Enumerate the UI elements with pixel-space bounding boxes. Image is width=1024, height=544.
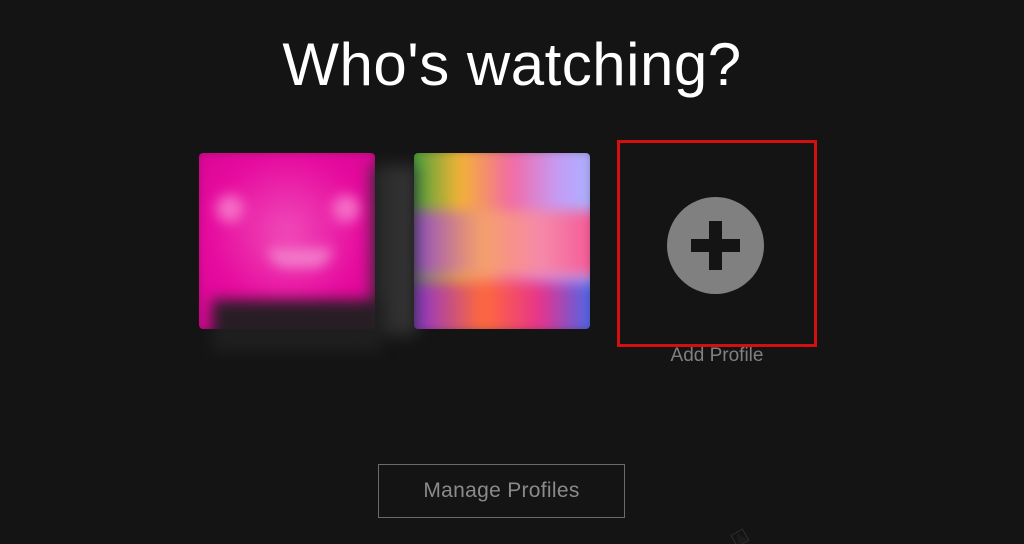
mouse-cursor-icon <box>730 528 750 544</box>
profile-card-2[interactable] <box>414 153 590 329</box>
redacted-profile-name-1 <box>212 300 382 352</box>
avatar-mouth <box>267 248 333 268</box>
avatar-bottom <box>414 282 590 329</box>
avatar-eye-left <box>215 194 244 223</box>
plus-bar-vertical <box>709 221 722 270</box>
avatar-eye-right <box>332 194 361 223</box>
plus-circle-icon[interactable] <box>667 197 764 294</box>
manage-profiles-button[interactable]: Manage Profiles <box>378 464 625 518</box>
add-profile-label[interactable]: Add Profile <box>617 345 817 367</box>
page-title: Who's watching? <box>282 31 742 98</box>
profile-selection-screen: Who's watching? Add Profile Manage Profi… <box>0 0 1024 544</box>
profile-avatar-colorful <box>414 153 590 329</box>
avatar-band <box>414 210 590 276</box>
